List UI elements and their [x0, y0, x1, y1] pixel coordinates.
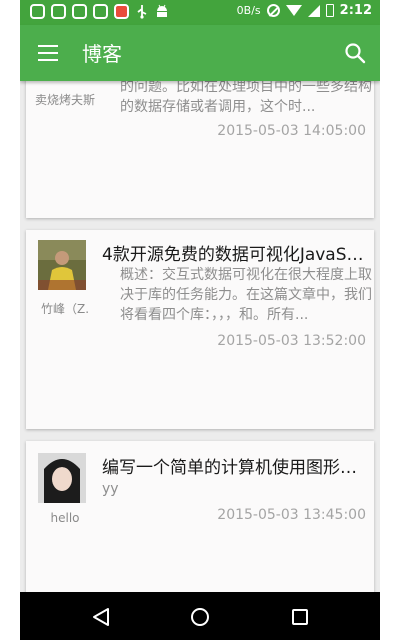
avatar-photo-icon — [38, 240, 86, 290]
blog-card[interactable]: hello 编写一个简单的计算机使用图形界面 yy 2015-05-03 13:… — [26, 441, 374, 592]
battery-icon — [325, 4, 334, 17]
post-summary: 概述：交互式数据可视化在很大程度上取决于库的任务能力。在这篇文章中，我们将看看四… — [120, 267, 372, 323]
status-bar: 0B/s 2:12 — [20, 0, 380, 25]
blog-card[interactable]: 竹峰（Z. 4款开源免费的数据可视化JavaScript库 概述：交互式数据可视… — [26, 230, 374, 429]
avatar-photo-icon — [38, 453, 86, 503]
app-icon — [51, 4, 66, 19]
status-right: 0B/s 2:12 — [237, 3, 372, 18]
post-date: 2015-05-03 13:52:00 — [217, 333, 366, 349]
post-title: 编写一个简单的计算机使用图形界面 — [102, 458, 370, 478]
app-icon — [30, 4, 45, 19]
app-icon — [72, 4, 87, 19]
clock: 2:12 — [339, 3, 372, 18]
author-name: 竹峰（Z. — [40, 302, 90, 316]
notification-icons — [30, 4, 169, 19]
android-icon — [157, 4, 167, 17]
hamburger-menu-icon[interactable] — [38, 45, 58, 61]
signal-icon — [307, 4, 320, 17]
block-icon — [266, 4, 280, 17]
app-icon — [93, 4, 108, 19]
blog-card[interactable]: 卖烧烤夫斯 的问题。比如在处理项目中的一些多结构的数据存储或者调用，这个时...… — [26, 81, 374, 218]
page-title: 博客 — [82, 42, 122, 66]
usb-icon — [137, 5, 147, 19]
app-bar: 博客 — [20, 25, 380, 81]
post-date: 2015-05-03 14:05:00 — [217, 123, 366, 139]
search-icon[interactable] — [344, 42, 366, 64]
weibo-icon — [114, 4, 129, 19]
avatar — [38, 453, 86, 503]
post-summary: 的问题。比如在处理项目中的一些多结构的数据存储或者调用，这个时... — [120, 81, 372, 115]
home-icon[interactable] — [189, 606, 211, 628]
system-nav-bar — [20, 592, 380, 640]
phone-screen: 0B/s 2:12 博客 卖烧烤夫斯 的问题。比如在处理项目中的一些多结构的数据… — [20, 0, 380, 640]
author-name: 卖烧烤夫斯 — [34, 93, 95, 107]
post-date: 2015-05-03 13:45:00 — [217, 507, 366, 523]
recents-icon[interactable] — [289, 606, 311, 628]
post-summary: yy — [102, 481, 119, 497]
post-title: 4款开源免费的数据可视化JavaScript库 — [102, 245, 370, 265]
net-speed: 0B/s — [236, 4, 261, 17]
wifi-icon — [285, 5, 302, 16]
blog-list[interactable]: 卖烧烤夫斯 的问题。比如在处理项目中的一些多结构的数据存储或者调用，这个时...… — [20, 81, 380, 592]
author-name: hello — [50, 511, 80, 525]
avatar — [38, 240, 86, 290]
back-icon[interactable] — [90, 606, 112, 628]
